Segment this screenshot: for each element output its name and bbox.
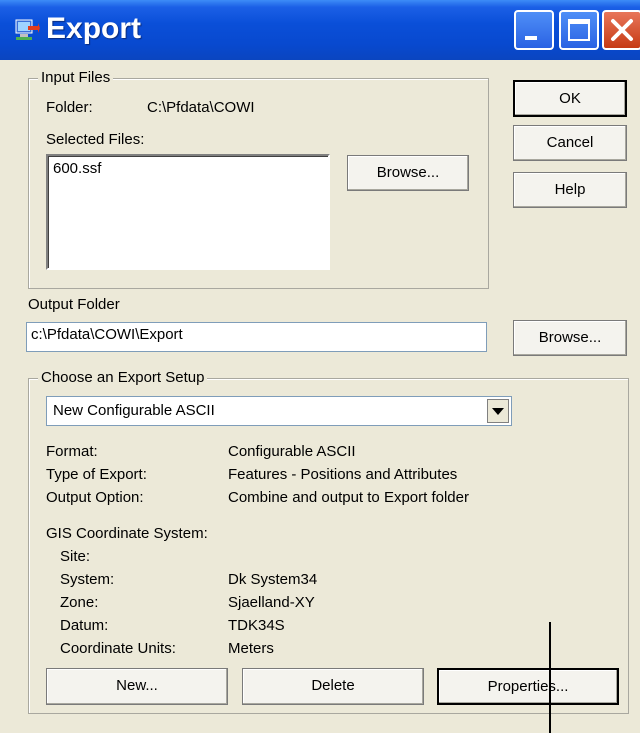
coordinate-units-value: Meters — [228, 640, 274, 657]
system-value: Dk System34 — [228, 571, 318, 588]
export-dialog: Export Input Files Folder: C:\Pfdata\COW… — [0, 0, 640, 733]
system-label: System: — [60, 571, 115, 588]
minimize-button[interactable] — [514, 10, 554, 50]
export-setup-select[interactable]: New Configurable ASCII — [46, 396, 512, 426]
coordinate-units-label: Coordinate Units: — [60, 640, 176, 657]
zone-label: Zone: — [60, 594, 99, 611]
format-value: Configurable ASCII — [228, 443, 356, 460]
window-title: Export — [46, 12, 142, 45]
input-browse-button[interactable]: Browse... — [347, 155, 469, 191]
cancel-button[interactable]: Cancel — [513, 125, 627, 161]
export-setup-group — [28, 378, 629, 714]
output-browse-button[interactable]: Browse... — [513, 320, 627, 356]
maximize-button[interactable] — [559, 10, 599, 50]
minimize-icon — [525, 36, 537, 40]
list-item[interactable]: 600.ssf — [53, 160, 323, 177]
output-option-value: Combine and output to Export folder — [228, 489, 469, 506]
close-button[interactable] — [602, 10, 640, 50]
maximize-icon — [568, 19, 590, 41]
title-bar[interactable]: Export — [0, 0, 640, 60]
dropdown-button[interactable] — [487, 399, 509, 423]
folder-value: C:\Pfdata\COWI — [147, 99, 255, 116]
export-setup-legend: Choose an Export Setup — [38, 369, 208, 386]
input-files-legend: Input Files — [38, 69, 114, 86]
gis-coordinate-system-label: GIS Coordinate System: — [46, 525, 208, 542]
ok-button[interactable]: OK — [513, 80, 627, 117]
help-button[interactable]: Help — [513, 172, 627, 208]
site-label: Site: — [60, 548, 91, 565]
selected-files-list[interactable]: 600.ssf — [46, 154, 330, 270]
chevron-down-icon — [492, 407, 504, 415]
export-app-icon — [15, 19, 40, 40]
new-button[interactable]: New... — [46, 668, 228, 705]
output-option-label: Output Option: — [46, 489, 144, 506]
datum-label: Datum: — [60, 617, 109, 634]
zone-value: Sjaelland-XY — [228, 594, 315, 611]
delete-button[interactable]: Delete — [242, 668, 424, 705]
selected-files-label: Selected Files: — [46, 131, 145, 148]
type-of-export-label: Type of Export: — [46, 466, 147, 483]
folder-label: Folder: — [46, 99, 93, 116]
export-setup-selected: New Configurable ASCII — [53, 402, 215, 419]
format-label: Format: — [46, 443, 98, 460]
close-icon — [611, 19, 633, 41]
output-folder-field[interactable]: c:\Pfdata\COWI\Export — [26, 322, 487, 352]
datum-value: TDK34S — [228, 617, 285, 634]
output-folder-label: Output Folder — [28, 296, 120, 313]
type-of-export-value: Features - Positions and Attributes — [228, 466, 458, 483]
text-cursor-icon — [549, 622, 551, 733]
properties-button[interactable]: Properties... — [437, 668, 619, 705]
